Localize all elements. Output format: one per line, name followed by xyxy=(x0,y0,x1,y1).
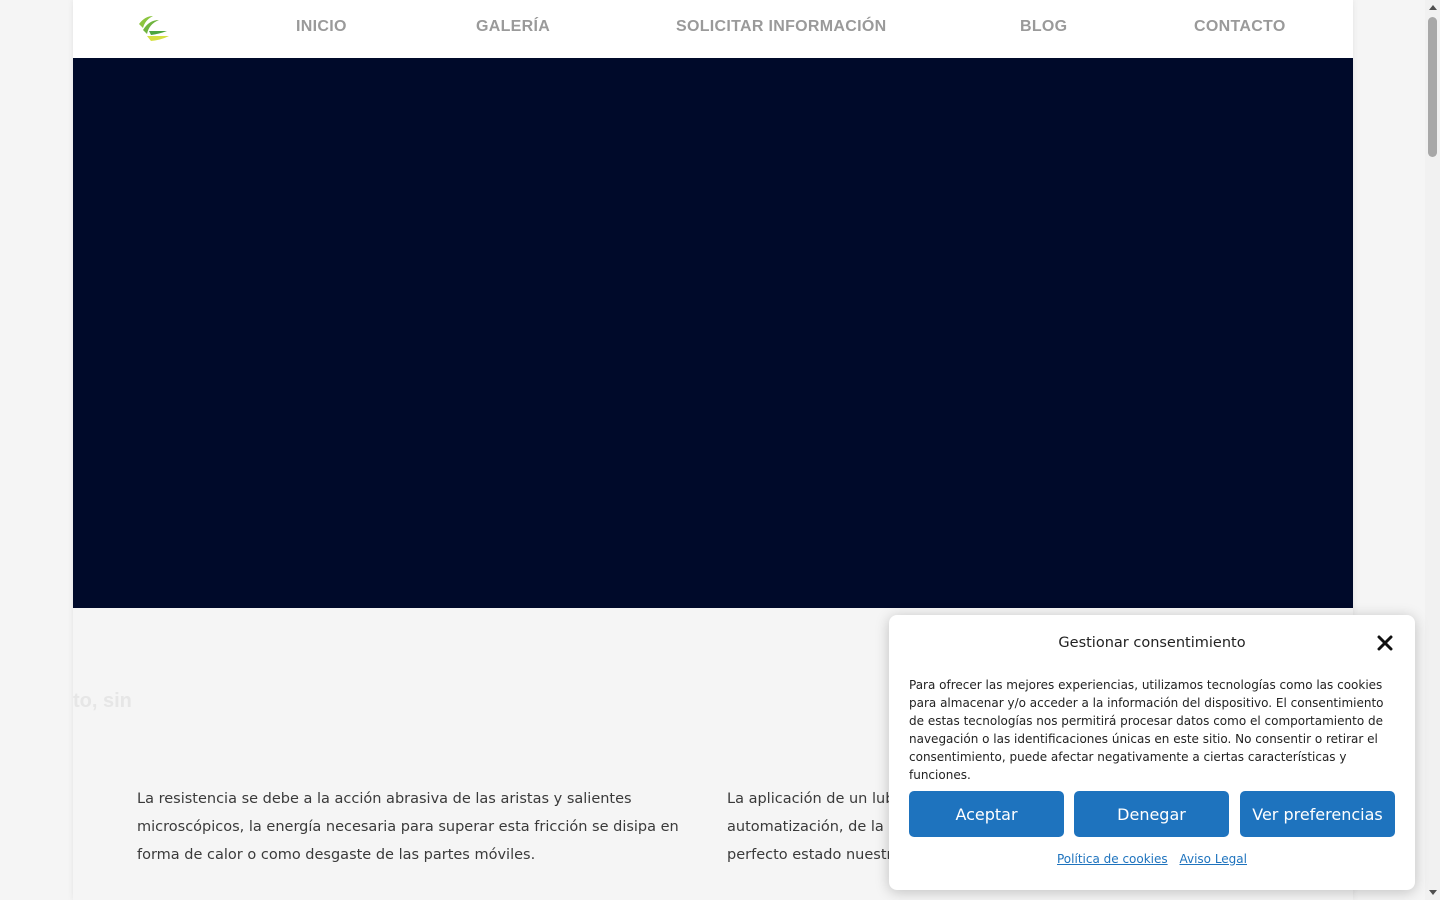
scroll-down-icon[interactable] xyxy=(1429,890,1437,895)
accept-button[interactable]: Aceptar xyxy=(909,791,1064,837)
nav-blog[interactable]: BLOG xyxy=(1020,18,1067,36)
nav-inicio[interactable]: INICIO xyxy=(296,18,347,36)
leaf-logo-icon[interactable] xyxy=(137,14,171,44)
close-icon[interactable] xyxy=(1375,633,1395,653)
view-preferences-button[interactable]: Ver preferencias xyxy=(1240,791,1395,837)
scroll-up-icon[interactable] xyxy=(1429,5,1437,10)
consent-title: Gestionar consentimiento xyxy=(1058,635,1246,651)
consent-links: Política de cookies Aviso Legal xyxy=(889,852,1415,866)
cookie-policy-link[interactable]: Política de cookies xyxy=(1057,852,1168,866)
hero-video-area xyxy=(73,58,1353,608)
deny-button[interactable]: Denegar xyxy=(1074,791,1229,837)
nav-contacto[interactable]: CONTACTO xyxy=(1194,18,1286,36)
cookie-consent-dialog: Gestionar consentimiento Para ofrecer la… xyxy=(889,615,1415,890)
legal-notice-link[interactable]: Aviso Legal xyxy=(1179,852,1247,866)
site-header: INICIO GALERÍA SOLICITAR INFORMACIÓN BLO… xyxy=(73,0,1353,58)
page-scrollbar[interactable] xyxy=(1425,0,1440,900)
nav-solicitar-informacion[interactable]: SOLICITAR INFORMACIÓN xyxy=(676,18,886,36)
nav-galeria[interactable]: GALERÍA xyxy=(476,18,550,36)
scroll-thumb[interactable] xyxy=(1428,17,1437,157)
text-column-left: La resistencia se debe a la acción abras… xyxy=(137,791,679,863)
section-heading-fragment: to, sin xyxy=(73,690,132,712)
consent-description: Para ofrecer las mejores experiencias, u… xyxy=(909,678,1384,782)
